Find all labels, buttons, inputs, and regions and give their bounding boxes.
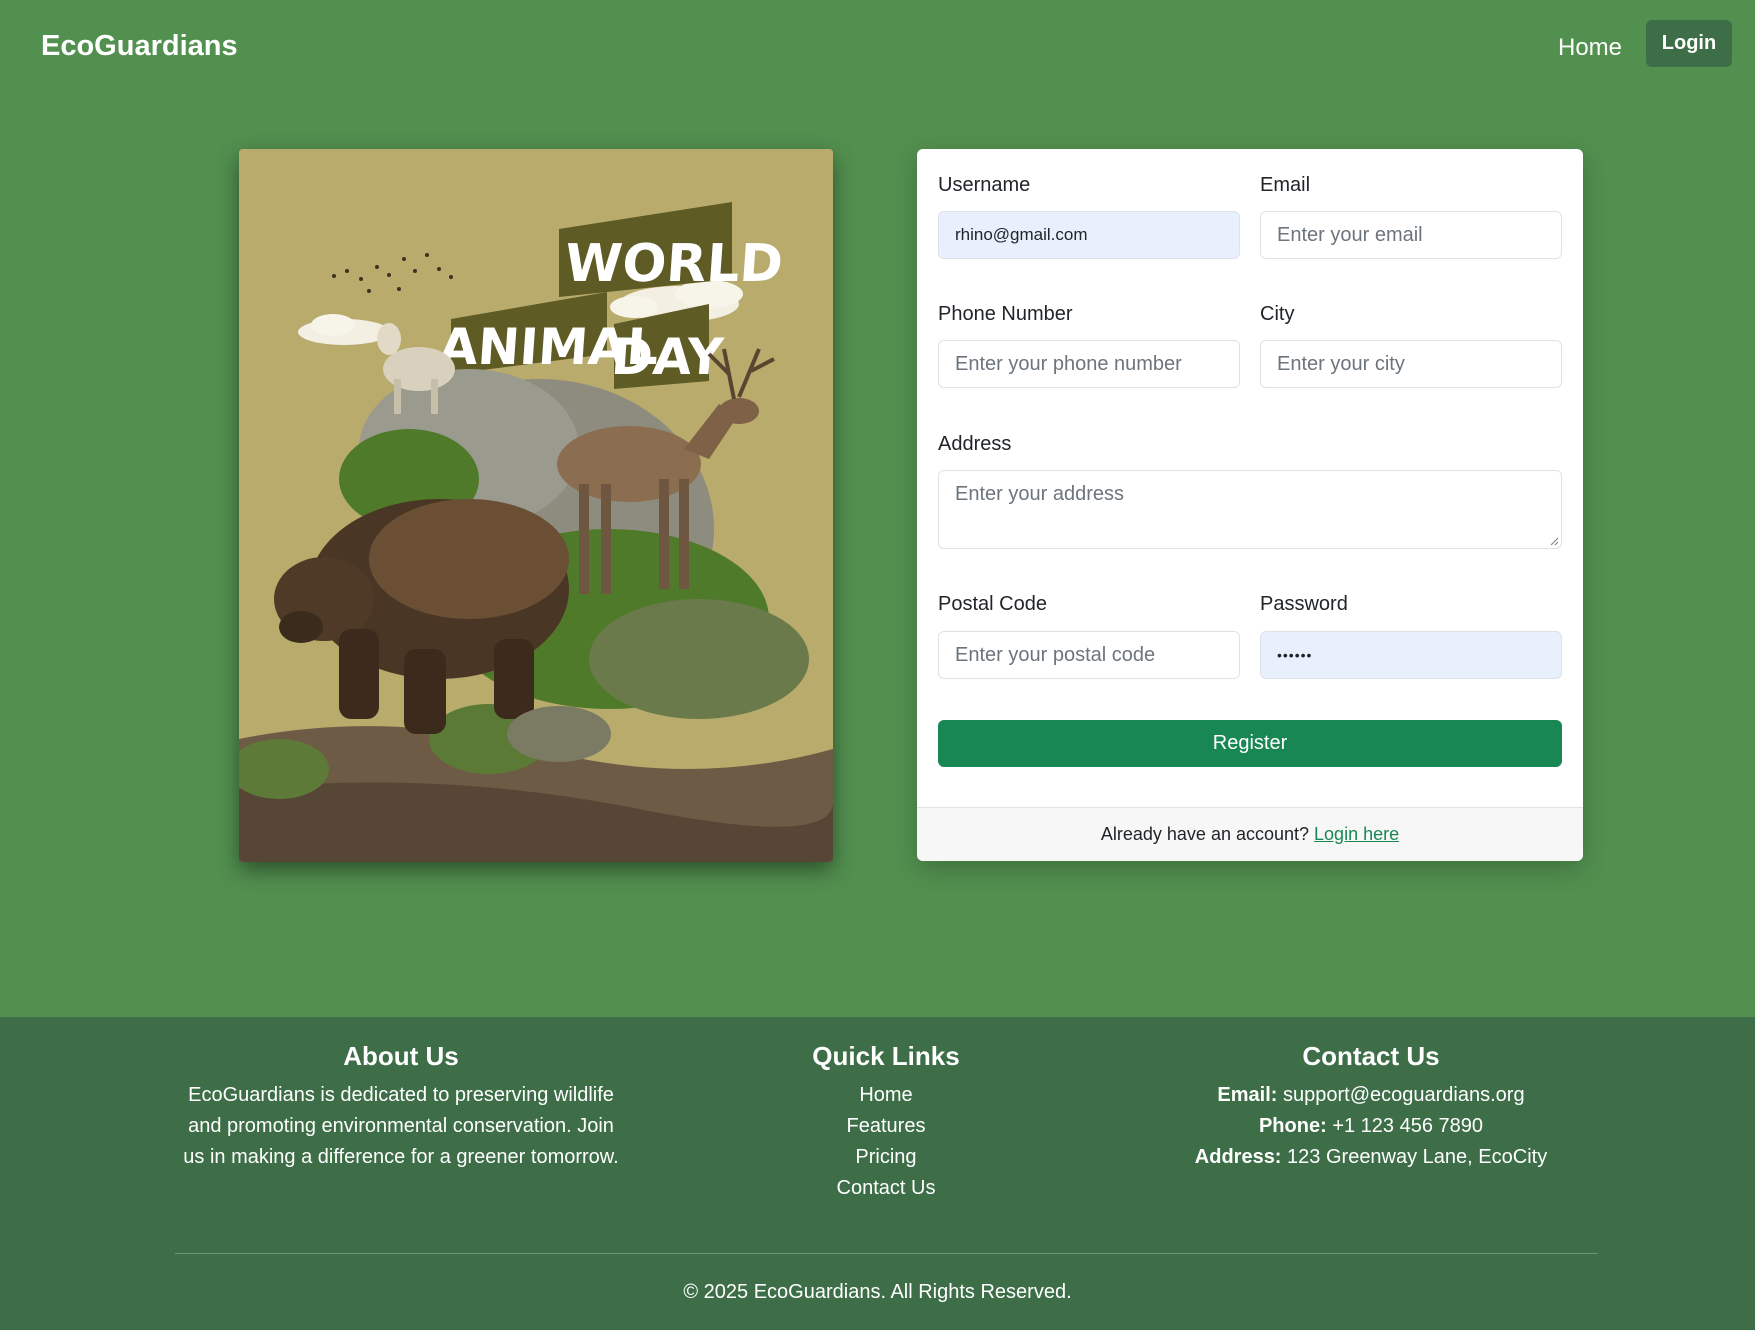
poster-headline-world: WORLD — [563, 234, 785, 294]
footer-link-home[interactable]: Home — [760, 1080, 1012, 1111]
username-input[interactable]: rhino@gmail.com — [938, 211, 1240, 259]
footer-link-features[interactable]: Features — [760, 1111, 1012, 1142]
contact-phone: Phone: +1 123 456 7890 — [1150, 1111, 1592, 1142]
footer-link-contact[interactable]: Contact Us — [760, 1173, 1012, 1204]
about-line-3: us in making a difference for a greener … — [183, 1146, 619, 1168]
city-label: City — [1260, 303, 1295, 325]
postal-code-input[interactable]: Enter your postal code — [938, 631, 1240, 679]
address-placeholder: Enter your address — [955, 483, 1124, 505]
contact-title: Contact Us — [1302, 1041, 1440, 1071]
contact-phone-label: Phone: — [1258, 1115, 1327, 1137]
footer-about: About Us EcoGuardians is dedicated to pr… — [170, 1041, 632, 1173]
registration-form-card: Username rhino@gmail.com Email Enter you… — [917, 149, 1583, 861]
footer-quick-links: Quick Links Home Features Pricing Contac… — [760, 1041, 1012, 1204]
contact-address: Address: 123 Greenway Lane, EcoCity — [1150, 1142, 1592, 1173]
footer-link-pricing[interactable]: Pricing — [760, 1142, 1012, 1173]
contact-address-label: Address: — [1194, 1146, 1282, 1168]
footer-contact: Contact Us Email: support@ecoguardians.o… — [1150, 1041, 1592, 1173]
world-animal-day-poster: WORLD ANIMAL DAY — [239, 149, 833, 862]
poster-headline-day: DAY — [609, 328, 725, 386]
contact-address-value: 123 Greenway Lane, EcoCity — [1287, 1146, 1548, 1168]
contact-email: Email: support@ecoguardians.org — [1150, 1080, 1592, 1111]
quick-links-title: Quick Links — [812, 1041, 960, 1071]
contact-email-value: support@ecoguardians.org — [1283, 1084, 1525, 1106]
password-label: Password — [1260, 593, 1348, 615]
phone-input[interactable]: Enter your phone number — [938, 340, 1240, 388]
contact-email-label: Email: — [1217, 1084, 1278, 1106]
nav-login-button[interactable]: Login — [1646, 20, 1732, 67]
city-input[interactable]: Enter your city — [1260, 340, 1562, 388]
password-input[interactable]: •••••• — [1260, 631, 1562, 679]
address-label: Address — [938, 433, 1012, 455]
phone-label: Phone Number — [938, 303, 1073, 325]
about-title: About Us — [343, 1041, 459, 1071]
email-input[interactable]: Enter your email — [1260, 211, 1562, 259]
nav-home-link[interactable]: Home — [1558, 34, 1622, 62]
login-here-link[interactable]: Login here — [1314, 824, 1399, 845]
footer-divider — [175, 1253, 1598, 1254]
about-line-1: EcoGuardians is dedicated to preserving … — [188, 1084, 614, 1106]
copyright-text: © 2025 EcoGuardians. All Rights Reserved… — [683, 1281, 1072, 1303]
account-prompt: Already have an account? — [1100, 824, 1310, 844]
email-label: Email — [1260, 174, 1311, 196]
about-line-2: and promoting environmental conservation… — [188, 1115, 614, 1137]
contact-phone-value: +1 123 456 7890 — [1332, 1115, 1484, 1137]
site-footer: About Us EcoGuardians is dedicated to pr… — [0, 1017, 1755, 1330]
address-textarea[interactable]: Enter your address — [938, 470, 1562, 549]
brand-logo[interactable]: EcoGuardians — [41, 30, 238, 63]
navbar: EcoGuardians Home Login — [0, 0, 1755, 100]
card-footer: Already have an account? Login here — [917, 807, 1583, 861]
postal-code-label: Postal Code — [938, 593, 1047, 615]
resize-handle-icon[interactable] — [1549, 536, 1559, 546]
username-label: Username — [938, 174, 1031, 196]
register-button[interactable]: Register — [938, 720, 1562, 767]
